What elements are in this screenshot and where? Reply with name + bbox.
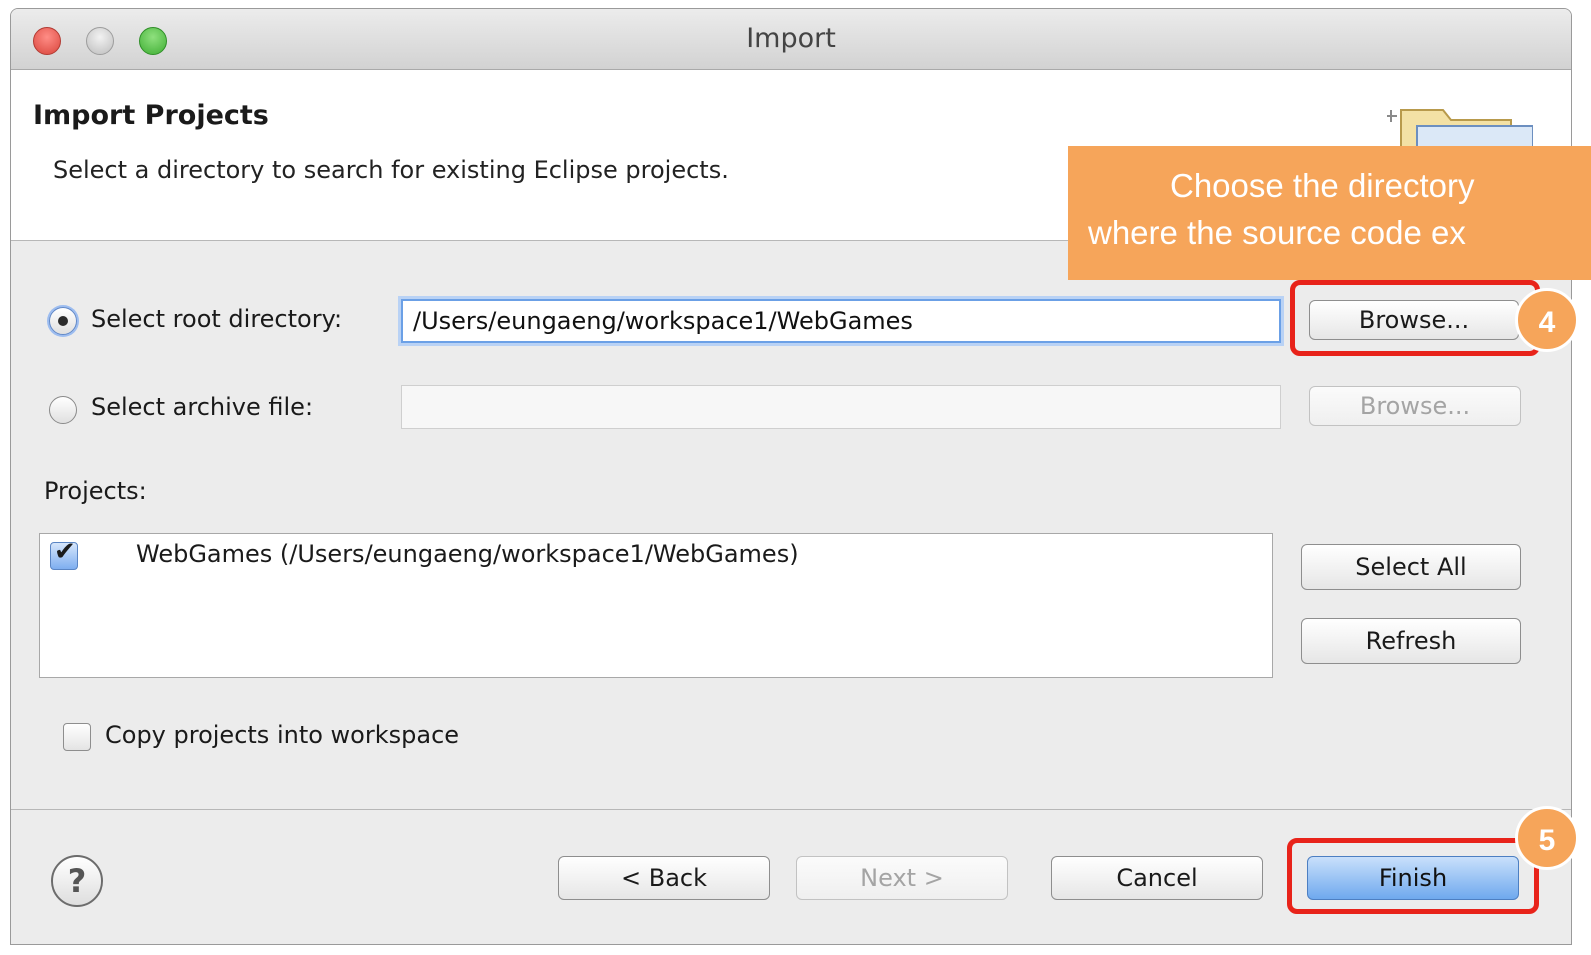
finish-highlight (1287, 838, 1539, 914)
help-icon[interactable]: ? (51, 855, 103, 907)
copy-projects-label: Copy projects into workspace (105, 721, 460, 749)
projects-list[interactable]: WebGames (/Users/eungaeng/workspace1/Web… (39, 533, 1273, 678)
archive-file-label: Select archive file: (91, 393, 314, 421)
projects-label: Projects: (44, 477, 147, 505)
page-subtitle: Select a directory to search for existin… (53, 156, 729, 184)
refresh-button[interactable]: Refresh (1301, 618, 1521, 664)
browse-highlight (1290, 280, 1540, 356)
callout-line-2: where the source code ex (1088, 214, 1466, 251)
select-all-button[interactable]: Select All (1301, 544, 1521, 590)
archive-file-input[interactable] (401, 385, 1281, 429)
archive-file-radio[interactable] (49, 396, 77, 424)
title-bar: Import (11, 9, 1571, 70)
copy-projects-checkbox[interactable] (63, 723, 91, 751)
instruction-callout: Choose the directory where the source co… (1068, 146, 1591, 280)
callout-line-1: Choose the directory (1170, 167, 1475, 204)
root-directory-radio[interactable] (49, 307, 77, 335)
project-label: WebGames (/Users/eungaeng/workspace1/Web… (136, 540, 799, 568)
project-checkbox[interactable] (50, 537, 78, 570)
cancel-button[interactable]: Cancel (1051, 856, 1263, 900)
footer-separator (11, 809, 1571, 810)
step-4-badge: 4 (1515, 288, 1579, 352)
page-title: Import Projects (33, 100, 269, 131)
back-button[interactable]: < Back (558, 856, 770, 900)
step-5-badge: 5 (1515, 806, 1579, 870)
root-directory-label: Select root directory: (91, 305, 343, 333)
archive-browse-button[interactable]: Browse... (1309, 386, 1521, 426)
window-title: Import (746, 23, 836, 54)
next-button[interactable]: Next > (796, 856, 1008, 900)
root-directory-input[interactable] (401, 299, 1281, 343)
